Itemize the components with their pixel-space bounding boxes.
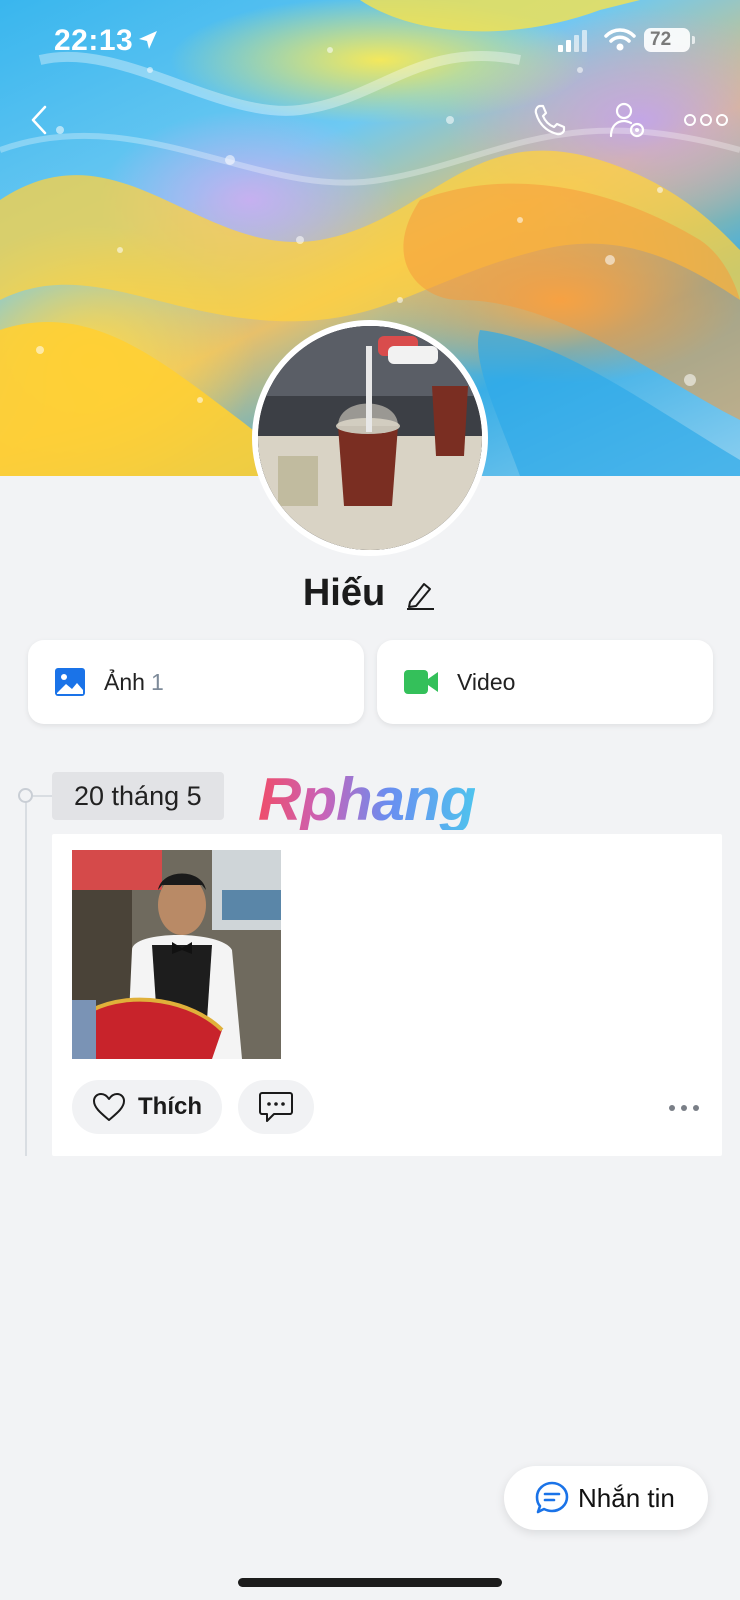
timeline-connector (33, 795, 53, 797)
wifi-icon (604, 28, 636, 51)
phone-icon (534, 104, 566, 136)
status-time: 22:13 (54, 24, 134, 57)
timeline-dot (18, 788, 33, 803)
more-icon (684, 114, 728, 126)
post-photo[interactable] (72, 850, 281, 1059)
profile-settings-button[interactable] (604, 96, 652, 144)
watermark-logo: Rphang (258, 766, 476, 833)
photos-count: 1 (150, 668, 164, 695)
chat-bubble-icon (535, 1481, 569, 1514)
video-label: Video (457, 668, 516, 695)
back-button[interactable] (16, 96, 64, 144)
post-photo-image (72, 850, 281, 1059)
more-options-button[interactable] (680, 96, 732, 144)
video-camera-icon (404, 670, 438, 694)
timeline-date: 20 tháng 5 (52, 772, 224, 820)
comment-button[interactable] (238, 1080, 314, 1134)
image-icon (55, 668, 85, 696)
comment-icon (259, 1092, 293, 1122)
status-bar: 22:13 72 (0, 0, 740, 84)
timeline-post: Thích (52, 834, 722, 1156)
avatar[interactable] (252, 320, 488, 556)
location-arrow-icon (139, 31, 157, 49)
call-button[interactable] (526, 96, 574, 144)
heart-icon (93, 1093, 125, 1121)
post-more-button[interactable] (664, 1096, 704, 1120)
photos-card[interactable]: Ảnh 1 (28, 640, 364, 724)
profile-name: Hiếu (302, 572, 386, 614)
like-button[interactable]: Thích (72, 1080, 222, 1134)
more-icon (669, 1105, 699, 1111)
battery-indicator: 72 (644, 28, 695, 52)
cellular-signal-icon (558, 30, 587, 52)
message-button[interactable]: Nhắn tin (504, 1466, 708, 1530)
timeline-line (25, 796, 27, 1156)
home-indicator (238, 1578, 502, 1587)
back-icon (31, 105, 47, 135)
avatar-photo (258, 326, 482, 550)
user-settings-icon (609, 102, 645, 138)
edit-icon (407, 582, 435, 610)
video-card[interactable]: Video (377, 640, 713, 724)
photos-label: Ảnh (104, 668, 145, 695)
edit-name-button[interactable] (403, 577, 437, 611)
profile-name-row: Hiếu (0, 572, 740, 615)
message-label: Nhắn tin (578, 1482, 675, 1513)
like-label: Thích (138, 1093, 202, 1120)
